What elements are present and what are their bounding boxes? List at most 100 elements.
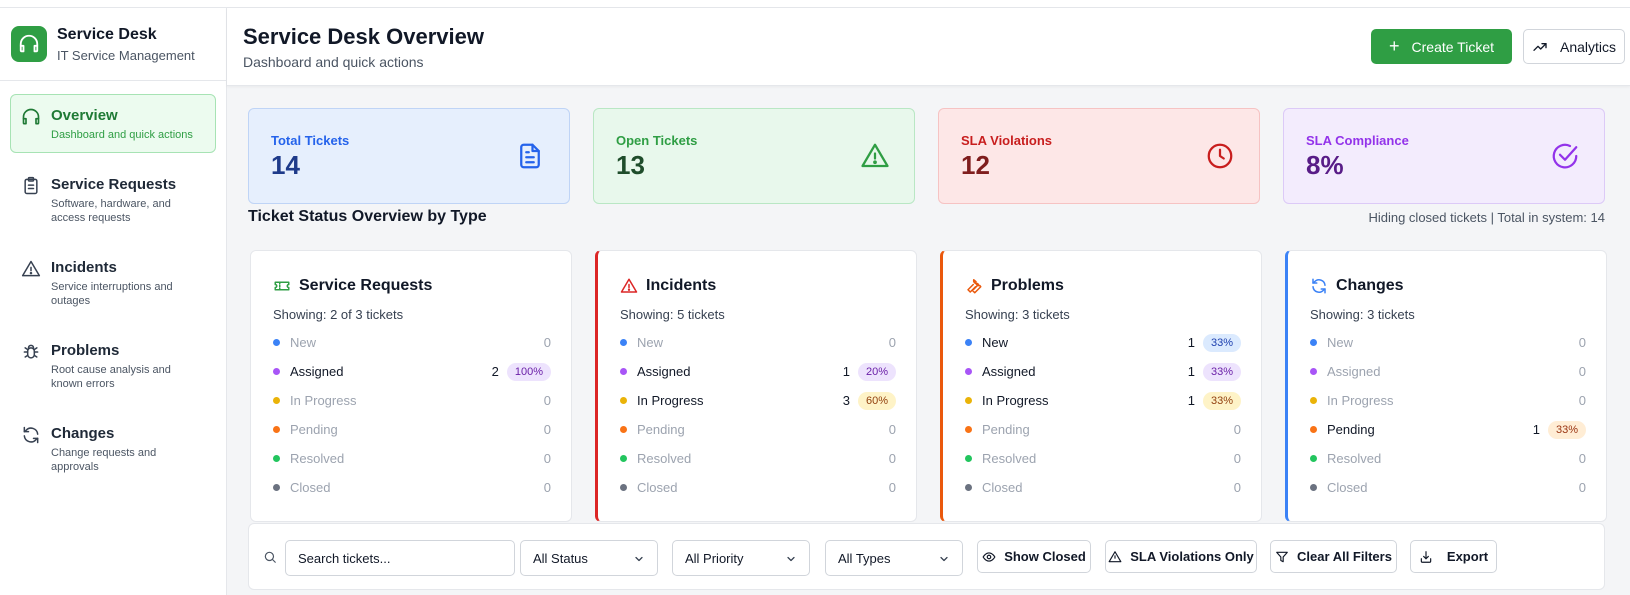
- status-dot: [1310, 339, 1317, 346]
- type-card-title: Service Requests: [299, 277, 433, 294]
- status-dot: [620, 455, 627, 462]
- clear-filters-button[interactable]: Clear All Filters: [1270, 540, 1397, 573]
- status-select-value: All Status: [533, 550, 588, 566]
- sidebar-item-desc: Service interruptions and outages: [51, 281, 173, 307]
- status-count: 0: [543, 422, 551, 437]
- section-title: Ticket Status Overview by Type: [248, 208, 487, 225]
- bug-icon: [23, 344, 39, 359]
- type-select[interactable]: All Types: [825, 540, 963, 576]
- sidebar-item-incidents[interactable]: Incidents Service interruptions and outa…: [10, 246, 216, 319]
- status-dot: [1310, 426, 1317, 433]
- clear-filters-label: Clear All Filters: [1297, 549, 1392, 564]
- status-dot: [273, 426, 280, 433]
- type-card-header: Problems: [965, 277, 1241, 295]
- status-row: Closed 0: [273, 473, 551, 502]
- status-percent-badge: 100%: [506, 362, 551, 381]
- export-button[interactable]: Export: [1410, 540, 1497, 573]
- warning-icon: [21, 260, 41, 277]
- status-row: New 0: [1310, 328, 1586, 357]
- stat-card-total: Total Tickets 14: [248, 108, 570, 204]
- status-row: Assigned 1 33%: [965, 357, 1241, 386]
- status-count: 0: [888, 335, 896, 350]
- status-label: Resolved: [1327, 451, 1382, 466]
- status-count: 0: [1578, 364, 1586, 379]
- analytics-button[interactable]: Analytics: [1523, 29, 1625, 64]
- status-label: Closed: [982, 480, 1023, 495]
- show-closed-label: Show Closed: [1004, 549, 1086, 564]
- stat-label: SLA Violations: [961, 133, 1053, 148]
- chevron-down-icon: [940, 556, 948, 562]
- sidebar: Service Desk IT Service Management Overv…: [0, 8, 227, 595]
- show-closed-button[interactable]: Show Closed: [977, 540, 1091, 573]
- status-row: Closed 0: [965, 473, 1241, 502]
- status-dot: [965, 339, 972, 346]
- type-card-showing: Showing: 5 tickets: [620, 307, 725, 322]
- status-dot: [1310, 455, 1317, 462]
- sidebar-item-service-requests[interactable]: Service Requests Software, hardware, and…: [10, 163, 216, 236]
- sidebar-item-problems[interactable]: Problems Root cause analysis and known e…: [10, 329, 216, 402]
- status-select[interactable]: All Status: [520, 540, 658, 576]
- status-count: 0: [543, 480, 551, 495]
- priority-select[interactable]: All Priority: [672, 540, 810, 576]
- status-label: Assigned: [637, 364, 691, 379]
- status-row: Assigned 2 100%: [273, 357, 551, 386]
- status-label: In Progress: [290, 393, 357, 408]
- status-row: Pending 1 33%: [1310, 415, 1586, 444]
- status-percent-badge: 33%: [1547, 420, 1586, 439]
- top-strip: [0, 0, 1630, 8]
- status-row: Closed 0: [1310, 473, 1586, 502]
- type-card-problems[interactable]: Problems Showing: 3 tickets New 1 33% As…: [940, 250, 1262, 522]
- refresh-icon: [1310, 277, 1336, 295]
- status-row: Resolved 0: [965, 444, 1241, 473]
- type-card-showing: Showing: 3 tickets: [1310, 307, 1415, 322]
- status-dot: [965, 455, 972, 462]
- status-label: Pending: [1327, 422, 1375, 437]
- type-card-header: Incidents: [620, 277, 896, 295]
- create-ticket-label: Create Ticket: [1411, 38, 1494, 55]
- type-select-value: All Types: [838, 550, 891, 566]
- type-card-title: Changes: [1336, 277, 1404, 294]
- status-dot: [273, 484, 280, 491]
- status-dot: [965, 397, 972, 404]
- stat-value: 13: [616, 150, 645, 180]
- status-label: Closed: [637, 480, 678, 495]
- status-label: Pending: [637, 422, 685, 437]
- type-card-incidents[interactable]: Incidents Showing: 5 tickets New 0 Assig…: [595, 250, 917, 522]
- search-icon: [264, 551, 276, 563]
- type-card-service-requests[interactable]: Service Requests Showing: 2 of 3 tickets…: [250, 250, 572, 522]
- ticket-icon: [273, 277, 299, 295]
- status-dot: [965, 484, 972, 491]
- status-count: 1: [1532, 422, 1540, 437]
- status-row: New 0: [273, 328, 551, 357]
- status-label: Assigned: [1327, 364, 1381, 379]
- sidebar-item-changes[interactable]: Changes Change requests and approvals: [10, 412, 216, 485]
- sidebar-item-label: Overview: [51, 107, 118, 124]
- stat-label: Open Tickets: [616, 133, 698, 148]
- status-count: 0: [888, 480, 896, 495]
- stat-card-sla-violations: SLA Violations 12: [938, 108, 1260, 204]
- status-label: Assigned: [290, 364, 344, 379]
- status-dot: [620, 426, 627, 433]
- type-card-changes[interactable]: Changes Showing: 3 tickets New 0 Assigne…: [1285, 250, 1607, 522]
- stat-value: 12: [961, 150, 990, 180]
- status-dot: [965, 368, 972, 375]
- sidebar-item-label: Service Requests: [51, 176, 177, 193]
- status-dot: [620, 397, 627, 404]
- sidebar-item-overview[interactable]: Overview Dashboard and quick actions: [10, 94, 216, 153]
- status-percent-badge: 33%: [1202, 333, 1241, 352]
- create-ticket-button[interactable]: + Create Ticket: [1371, 29, 1512, 64]
- chevron-down-icon: [635, 556, 643, 562]
- status-row: In Progress 1 33%: [965, 386, 1241, 415]
- page-title: Service Desk Overview: [243, 24, 484, 49]
- filter-bar: All Status All Priority All Types Show C…: [248, 523, 1605, 590]
- status-count: 0: [1578, 451, 1586, 466]
- sla-violations-button[interactable]: SLA Violations Only: [1105, 540, 1257, 573]
- status-percent-badge: 60%: [857, 391, 896, 410]
- status-label: Resolved: [637, 451, 692, 466]
- status-row: Resolved 0: [273, 444, 551, 473]
- search-input[interactable]: [285, 540, 515, 576]
- status-row: Closed 0: [620, 473, 896, 502]
- sidebar-nav: Overview Dashboard and quick actions Ser…: [0, 81, 226, 485]
- status-count: 2: [491, 364, 499, 379]
- status-label: Pending: [982, 422, 1030, 437]
